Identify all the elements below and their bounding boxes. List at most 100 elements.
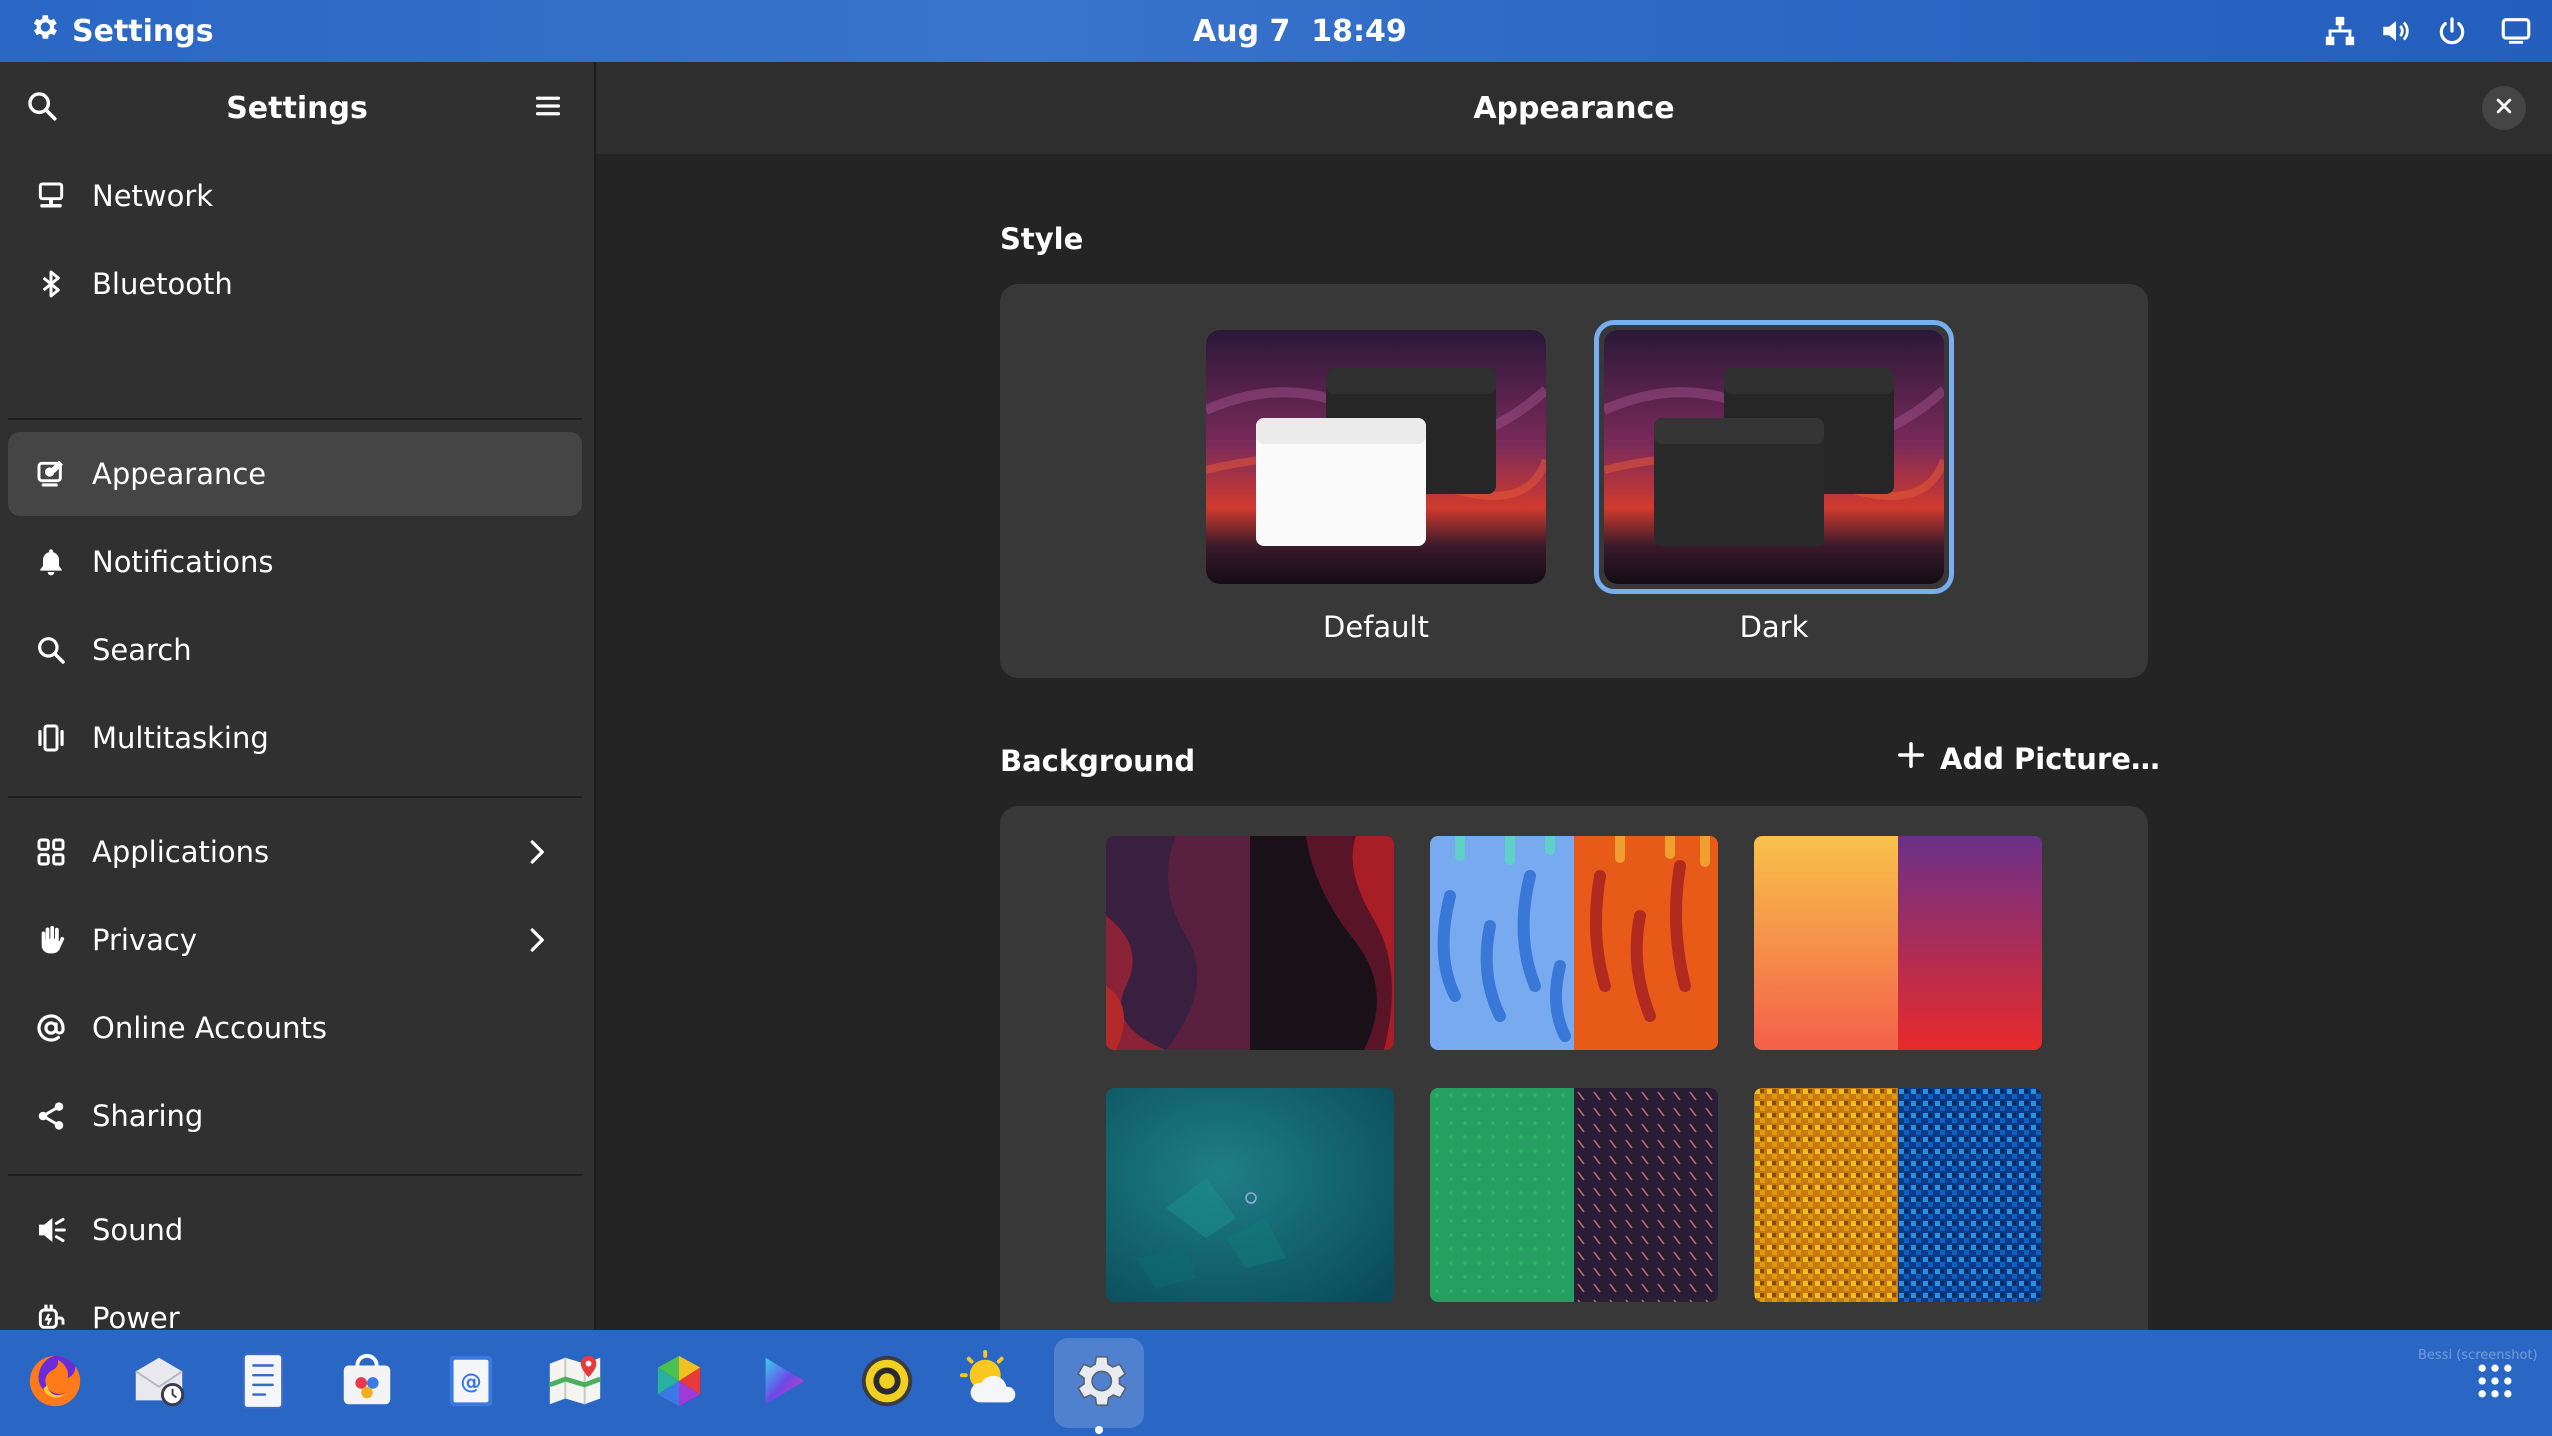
sidebar-item-label: Bluetooth — [92, 267, 233, 301]
contacts-icon: @ — [440, 1350, 502, 1416]
sidebar-item-label: Notifications — [92, 545, 274, 579]
main-menu-button[interactable] — [518, 78, 578, 138]
sidebar-item-label: Appearance — [92, 457, 267, 491]
weather-icon — [960, 1350, 1022, 1416]
dock-app-settings[interactable] — [1054, 1338, 1144, 1434]
sidebar-item-label: Network — [92, 179, 214, 213]
default-style-preview — [1206, 330, 1546, 584]
dock-app-evolution[interactable] — [114, 1338, 204, 1428]
sidebar-item-sound[interactable]: Sound — [8, 1188, 582, 1272]
close-icon — [2494, 96, 2514, 120]
sidebar: Settings Network Bluetooth Appearance No… — [0, 62, 594, 1335]
app-name: Settings — [72, 13, 214, 49]
style-option-label: Dark — [1739, 610, 1809, 644]
sidebar-title: Settings — [226, 90, 368, 126]
mail-clock-icon — [128, 1350, 190, 1416]
mosaic-wallpaper[interactable] — [1754, 1088, 2042, 1302]
network-icon — [33, 178, 69, 214]
debian-wallpaper[interactable] — [1106, 1088, 1394, 1302]
at-icon — [33, 1010, 69, 1046]
search-icon — [33, 632, 69, 668]
sidebar-item-privacy[interactable]: Privacy — [8, 898, 582, 982]
hamburger-menu-icon — [532, 90, 564, 126]
show-apps-button[interactable] — [2450, 1338, 2540, 1428]
clock[interactable]: Aug 7 18:49 — [1193, 0, 1407, 62]
dock: @ Bessi (screenshot) — [0, 1330, 2552, 1436]
dock-app-software[interactable] — [322, 1338, 412, 1428]
sidebar-item-appearance[interactable]: Appearance — [8, 432, 582, 516]
bell-icon — [33, 544, 69, 580]
sidebar-item-multitasking[interactable]: Multitasking — [8, 696, 582, 780]
hand-icon — [33, 922, 69, 958]
main-header: Appearance — [596, 62, 2552, 154]
speaker-icon — [33, 1212, 69, 1248]
sidebar-item-label: Search — [92, 633, 192, 667]
wave-wallpaper[interactable] — [1106, 836, 1394, 1050]
gear-icon — [28, 11, 60, 51]
sidebar-divider — [8, 796, 582, 798]
system-tray[interactable] — [2312, 0, 2552, 62]
style-option-dark[interactable]: Dark — [1594, 320, 1954, 644]
gradient-wallpaper[interactable] — [1754, 836, 2042, 1050]
plus-icon — [1896, 740, 1926, 777]
power-icon[interactable] — [2424, 0, 2480, 62]
add-picture-label: Add Picture… — [1940, 741, 2160, 776]
page-title: Appearance — [1473, 90, 1675, 126]
dock-app-firefox[interactable] — [10, 1338, 100, 1428]
sidebar-item-sharing[interactable]: Sharing — [8, 1074, 582, 1158]
activities-app-menu[interactable]: Settings — [28, 0, 214, 62]
chevron-right-icon — [518, 922, 554, 958]
style-option-default[interactable]: Default — [1206, 330, 1546, 644]
background-heading: Background — [1000, 744, 1196, 778]
sidebar-item-applications[interactable]: Applications — [8, 810, 582, 894]
add-picture-button[interactable]: Add Picture… — [1886, 734, 2170, 783]
share-icon — [33, 1098, 69, 1134]
videos-icon — [752, 1350, 814, 1416]
dock-app-videos[interactable] — [738, 1338, 828, 1428]
svg-text:@: @ — [460, 1370, 481, 1395]
sidebar-item-label: Online Accounts — [92, 1011, 327, 1045]
dock-app-weather[interactable] — [946, 1338, 1036, 1428]
network-wired-icon[interactable] — [2312, 0, 2368, 62]
top-bar: Settings Aug 7 18:49 — [0, 0, 2552, 62]
screen-icon[interactable] — [2480, 0, 2552, 62]
sidebar-item-network[interactable]: Network — [8, 154, 582, 238]
dock-app-text-editor[interactable] — [218, 1338, 308, 1428]
sidebar-item-search[interactable]: Search — [8, 608, 582, 692]
dock-app-rhythmbox[interactable] — [842, 1338, 932, 1428]
text-editor-icon — [232, 1350, 294, 1416]
style-option-label: Default — [1323, 610, 1429, 644]
photos-icon — [648, 1350, 710, 1416]
sidebar-item-label: Applications — [92, 835, 270, 869]
pattern-wallpaper[interactable] — [1430, 1088, 1718, 1302]
sidebar-item-label: Privacy — [92, 923, 197, 957]
main-content[interactable]: Style Default Dark Background Add Pictur… — [596, 154, 2552, 1330]
dock-app-photos[interactable] — [634, 1338, 724, 1428]
app-grid-icon — [2473, 1359, 2517, 1407]
close-button[interactable] — [2482, 86, 2526, 130]
dock-app-contacts[interactable]: @ — [426, 1338, 516, 1428]
software-store-icon — [336, 1350, 398, 1416]
sidebar-item-online-accounts[interactable]: Online Accounts — [8, 986, 582, 1070]
sidebar-item-bluetooth[interactable]: Bluetooth — [8, 242, 582, 326]
sidebar-item-label: Sound — [92, 1213, 184, 1247]
search-button[interactable] — [12, 78, 72, 138]
maps-icon — [544, 1350, 606, 1416]
firefox-icon — [24, 1350, 86, 1416]
speaker-app-icon — [856, 1350, 918, 1416]
settings-app-icon — [1066, 1348, 1132, 1418]
sidebar-item-label: Multitasking — [92, 721, 269, 755]
drip-wallpaper[interactable] — [1430, 836, 1718, 1050]
sidebar-header: Settings — [0, 62, 594, 154]
style-heading: Style — [1000, 222, 1084, 256]
multitasking-icon — [33, 720, 69, 756]
sidebar-divider — [8, 1174, 582, 1176]
dark-style-preview — [1604, 330, 1944, 584]
style-card: Default Dark — [1000, 284, 2148, 678]
sidebar-divider — [8, 418, 582, 420]
apps-grid-icon — [33, 834, 69, 870]
dock-app-maps[interactable] — [530, 1338, 620, 1428]
volume-icon[interactable] — [2368, 0, 2424, 62]
sidebar-item-notifications[interactable]: Notifications — [8, 520, 582, 604]
chevron-right-icon — [518, 834, 554, 870]
